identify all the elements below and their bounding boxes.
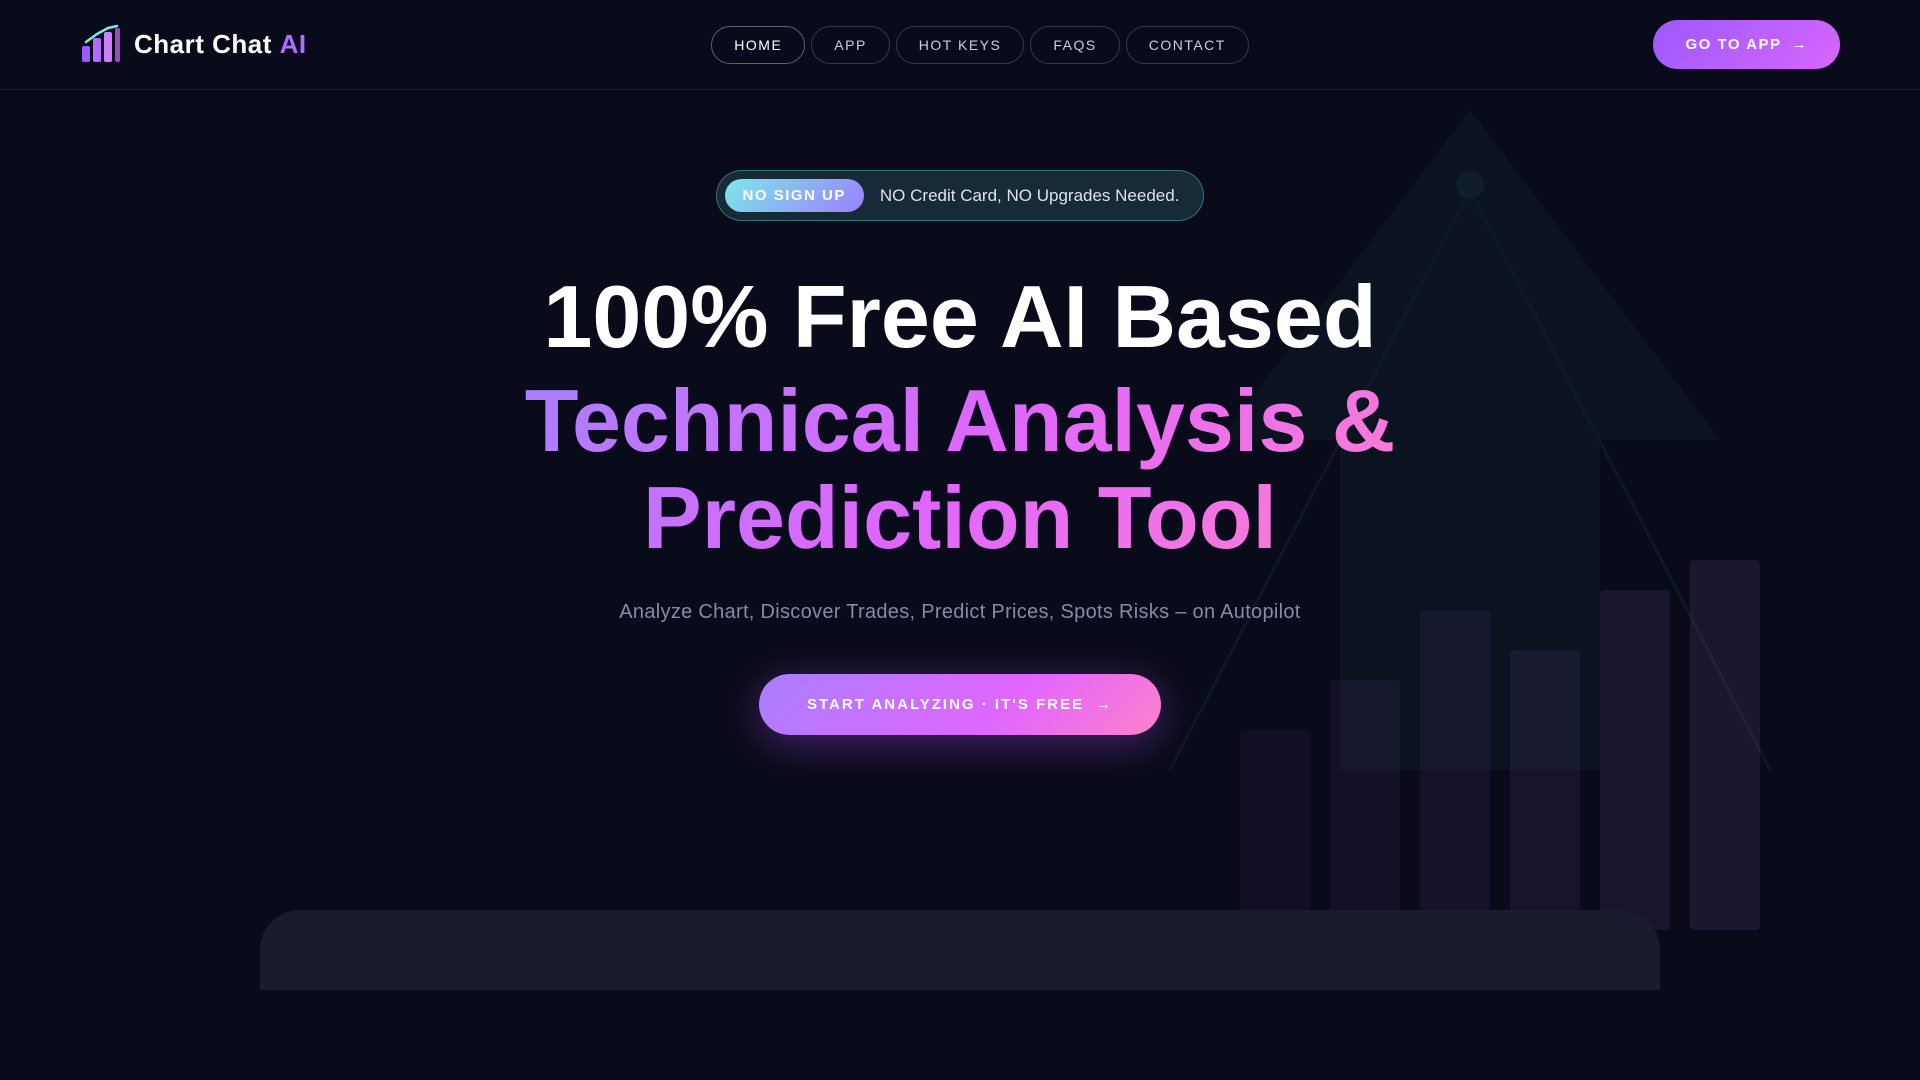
- bottom-section-hint: [260, 910, 1660, 990]
- nav-contact[interactable]: CONTACT: [1126, 26, 1249, 64]
- hero-title-gradient: Technical Analysis &Prediction Tool: [525, 373, 1396, 567]
- nav-home[interactable]: HOME: [711, 26, 805, 64]
- nav-faqs[interactable]: FAQS: [1030, 26, 1119, 64]
- logo-icon: [80, 24, 122, 66]
- badge-label: NO SIGN UP: [725, 179, 864, 212]
- hero-section: NO SIGN UP NO Credit Card, NO Upgrades N…: [0, 90, 1920, 990]
- go-to-app-button[interactable]: GO TO APP →: [1653, 20, 1840, 69]
- nav-hot-keys[interactable]: HOT KEYS: [896, 26, 1025, 64]
- hero-title-line1: 100% Free AI Based: [543, 271, 1376, 363]
- logo-text: Chart Chat AI: [134, 29, 307, 60]
- logo[interactable]: Chart Chat AI: [80, 24, 307, 66]
- start-analyzing-button[interactable]: START ANALYZING · IT'S FREE →: [759, 674, 1161, 735]
- hero-content: NO SIGN UP NO Credit Card, NO Upgrades N…: [525, 170, 1396, 735]
- start-arrow-icon: →: [1096, 696, 1113, 713]
- nav-app[interactable]: APP: [811, 26, 890, 64]
- badge-text: NO Credit Card, NO Upgrades Needed.: [880, 186, 1180, 206]
- nav-links: HOME APP HOT KEYS FAQS CONTACT: [711, 26, 1249, 64]
- navbar: Chart Chat AI HOME APP HOT KEYS FAQS CON…: [0, 0, 1920, 90]
- no-signup-badge: NO SIGN UP NO Credit Card, NO Upgrades N…: [716, 170, 1205, 221]
- hero-subtitle: Analyze Chart, Discover Trades, Predict …: [619, 601, 1300, 624]
- cta-arrow-icon: →: [1791, 36, 1808, 53]
